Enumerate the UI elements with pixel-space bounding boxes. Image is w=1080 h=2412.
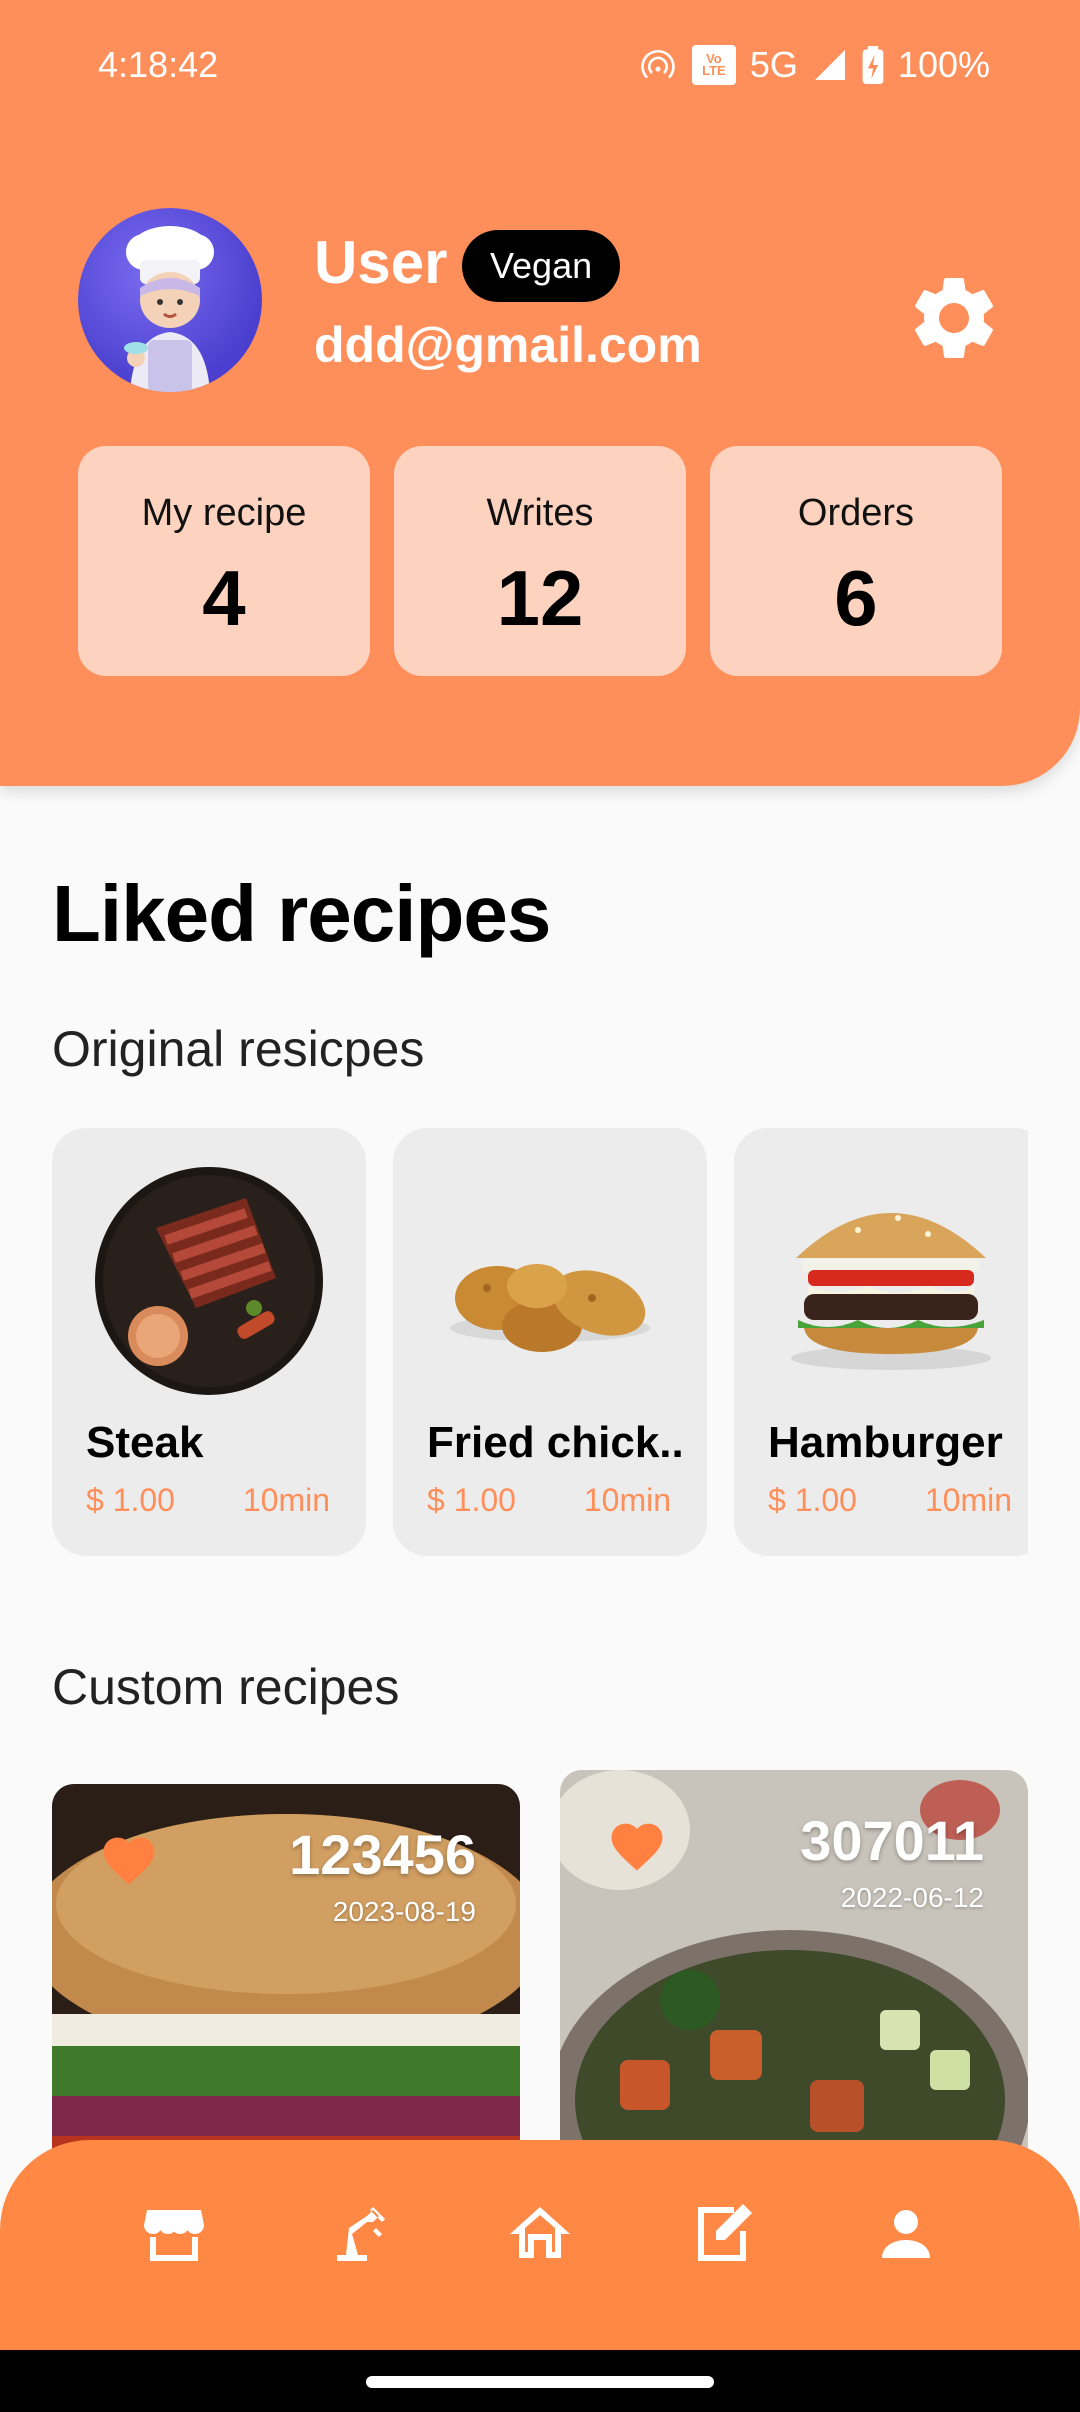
custom-recipe-date: 2023-08-19 [332, 1896, 476, 1927]
custom-recipes-title: Custom recipes [52, 1659, 400, 1715]
custom-recipe-id: 307011 [800, 1809, 984, 1872]
recipe-price: $ 1.00 [768, 1482, 857, 1518]
stat-label: Orders [797, 492, 915, 534]
recipe-name: Fried chick.. [427, 1418, 684, 1467]
heart-icon[interactable] [98, 1830, 160, 1886]
bottom-nav [0, 2140, 1080, 2350]
recipe-card-steak[interactable]: Steak $ 1.00 10min [52, 1128, 366, 1556]
recipe-price: $ 1.00 [86, 1482, 175, 1518]
profile-header: 4:18:42 Vo LTE 5G 100% User Vegan ddd@gma… [0, 0, 1080, 786]
recipe-name: Hamburger [768, 1418, 1003, 1467]
original-recipes-rail[interactable]: Steak $ 1.00 10min Fried chick.. $ 1.00 … [52, 1128, 1028, 1556]
recipe-card-fried-chicken[interactable]: Fried chick.. $ 1.00 10min [393, 1128, 707, 1556]
user-name: User [314, 229, 448, 296]
home-icon[interactable] [504, 2198, 576, 2270]
recipe-card-hamburger[interactable]: Hamburger $ 1.00 10min [734, 1128, 1028, 1556]
person-icon[interactable] [870, 2198, 942, 2270]
stat-my-recipe[interactable]: My recipe 4 [78, 446, 370, 676]
stat-orders[interactable]: Orders 6 [710, 446, 1002, 676]
stat-label: My recipe [141, 492, 307, 534]
custom-recipe-id: 123456 [289, 1823, 476, 1886]
stat-value: 12 [496, 554, 584, 642]
edit-note-icon[interactable] [686, 2198, 758, 2270]
original-recipes-title: Original resicpes [52, 1021, 425, 1077]
liked-recipes-title: Liked recipes [52, 869, 551, 958]
store-icon[interactable] [138, 2198, 210, 2270]
user-email: ddd@gmail.com [314, 317, 702, 373]
recipe-price: $ 1.00 [427, 1482, 516, 1518]
robot-arm-icon[interactable] [322, 2198, 394, 2270]
home-gesture-handle[interactable] [366, 2376, 714, 2388]
chef-avatar-icon [124, 226, 214, 392]
status-bar: 4:18:42 Vo LTE 5G 100% [0, 40, 1080, 90]
volte-icon: Vo LTE [691, 45, 736, 85]
stat-value: 6 [834, 554, 878, 642]
recipe-time: 10min [583, 1482, 671, 1518]
avatar[interactable] [78, 208, 262, 392]
settings-gear-icon[interactable] [904, 268, 1004, 368]
recipe-time: 10min [924, 1482, 1012, 1518]
battery-charging-icon [862, 46, 884, 84]
battery-label: 100% [897, 44, 990, 85]
stat-writes[interactable]: Writes 12 [394, 446, 686, 676]
custom-recipe-date: 2022-06-12 [840, 1882, 984, 1913]
stat-value: 4 [202, 554, 246, 642]
diet-badge: Vegan [462, 230, 621, 302]
hotspot-icon [641, 49, 675, 79]
heart-icon[interactable] [606, 1816, 668, 1872]
hamburger-image [791, 1213, 991, 1370]
status-right: Vo LTE 5G 100% [638, 44, 990, 86]
status-time: 4:18:42 [98, 44, 219, 85]
steak-image [95, 1167, 323, 1395]
gesture-bar-area [0, 2350, 1080, 2412]
recipe-time: 10min [242, 1482, 330, 1518]
custom-recipe-card[interactable]: 307011 2022-06-12 [560, 1770, 1028, 2190]
network-label: 5G [749, 44, 798, 85]
stat-label: Writes [486, 492, 594, 534]
fried-chicken-image [450, 1264, 650, 1352]
signal-icon [814, 50, 845, 80]
recipe-name: Steak [86, 1418, 204, 1467]
